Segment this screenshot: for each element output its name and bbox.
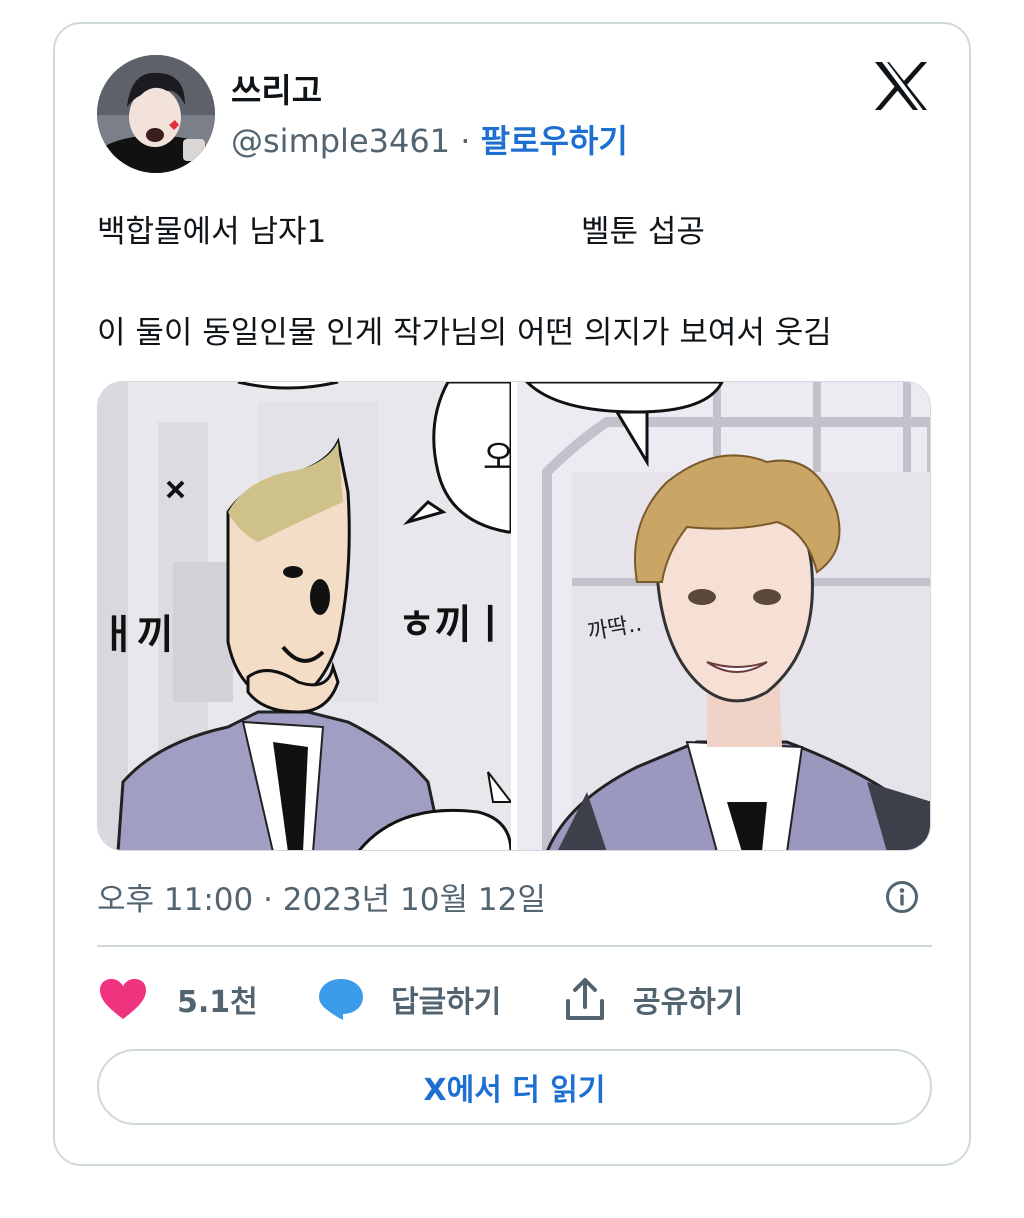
left-sfx-2: ㅎ끼ㅣ bbox=[398, 602, 509, 648]
media-image-right[interactable]: 까딱.. bbox=[517, 382, 930, 850]
share-icon bbox=[566, 978, 604, 1020]
info-icon[interactable] bbox=[885, 880, 919, 914]
separator: · bbox=[450, 122, 481, 160]
reply-bubble-icon bbox=[319, 979, 363, 1020]
media-image-left[interactable]: ㅐ끼 ㅎ끼ㅣ 오 bbox=[98, 382, 511, 850]
user-handle[interactable]: @simple3461 bbox=[231, 122, 450, 160]
tweet-text-line1-left: 백합물에서 남자1 bbox=[97, 214, 327, 250]
divider bbox=[97, 945, 932, 947]
handle-row: @simple3461 · 팔로우하기 bbox=[231, 116, 628, 162]
x-logo-icon[interactable] bbox=[873, 60, 929, 112]
avatar[interactable] bbox=[97, 55, 215, 173]
tweet-media[interactable]: ㅐ끼 ㅎ끼ㅣ 오 bbox=[97, 381, 931, 851]
reply-label: 답글하기 bbox=[391, 985, 502, 1020]
like-button[interactable]: 5.1천 bbox=[99, 974, 258, 1024]
tweet-text-line1-right: 벨툰 섭공 bbox=[581, 214, 705, 250]
reply-button[interactable]: 답글하기 bbox=[317, 974, 501, 1024]
display-name[interactable]: 쓰리고 bbox=[231, 64, 322, 112]
like-count: 5.1천 bbox=[177, 985, 258, 1020]
read-more-on-x-button[interactable]: X에서 더 읽기 bbox=[97, 1049, 932, 1125]
tweet-text-line2: 이 둘이 동일인물 인게 작가님의 어떤 의지가 보여서 웃김 bbox=[97, 315, 832, 351]
share-label: 공유하기 bbox=[633, 985, 744, 1020]
tweet-card: 쓰리고 @simple3461 · 팔로우하기 백합물에서 남자1 벨툰 섭공 … bbox=[53, 22, 971, 1166]
heart-icon bbox=[100, 979, 146, 1019]
left-sfx-1: ㅐ끼 bbox=[100, 612, 174, 658]
tweet-timestamp[interactable]: 오후 11:00 · 2023년 10월 12일 bbox=[97, 874, 546, 919]
share-button[interactable]: 공유하기 bbox=[565, 974, 743, 1024]
left-bubble-text: 오 bbox=[483, 430, 511, 479]
follow-button[interactable]: 팔로우하기 bbox=[481, 122, 628, 160]
